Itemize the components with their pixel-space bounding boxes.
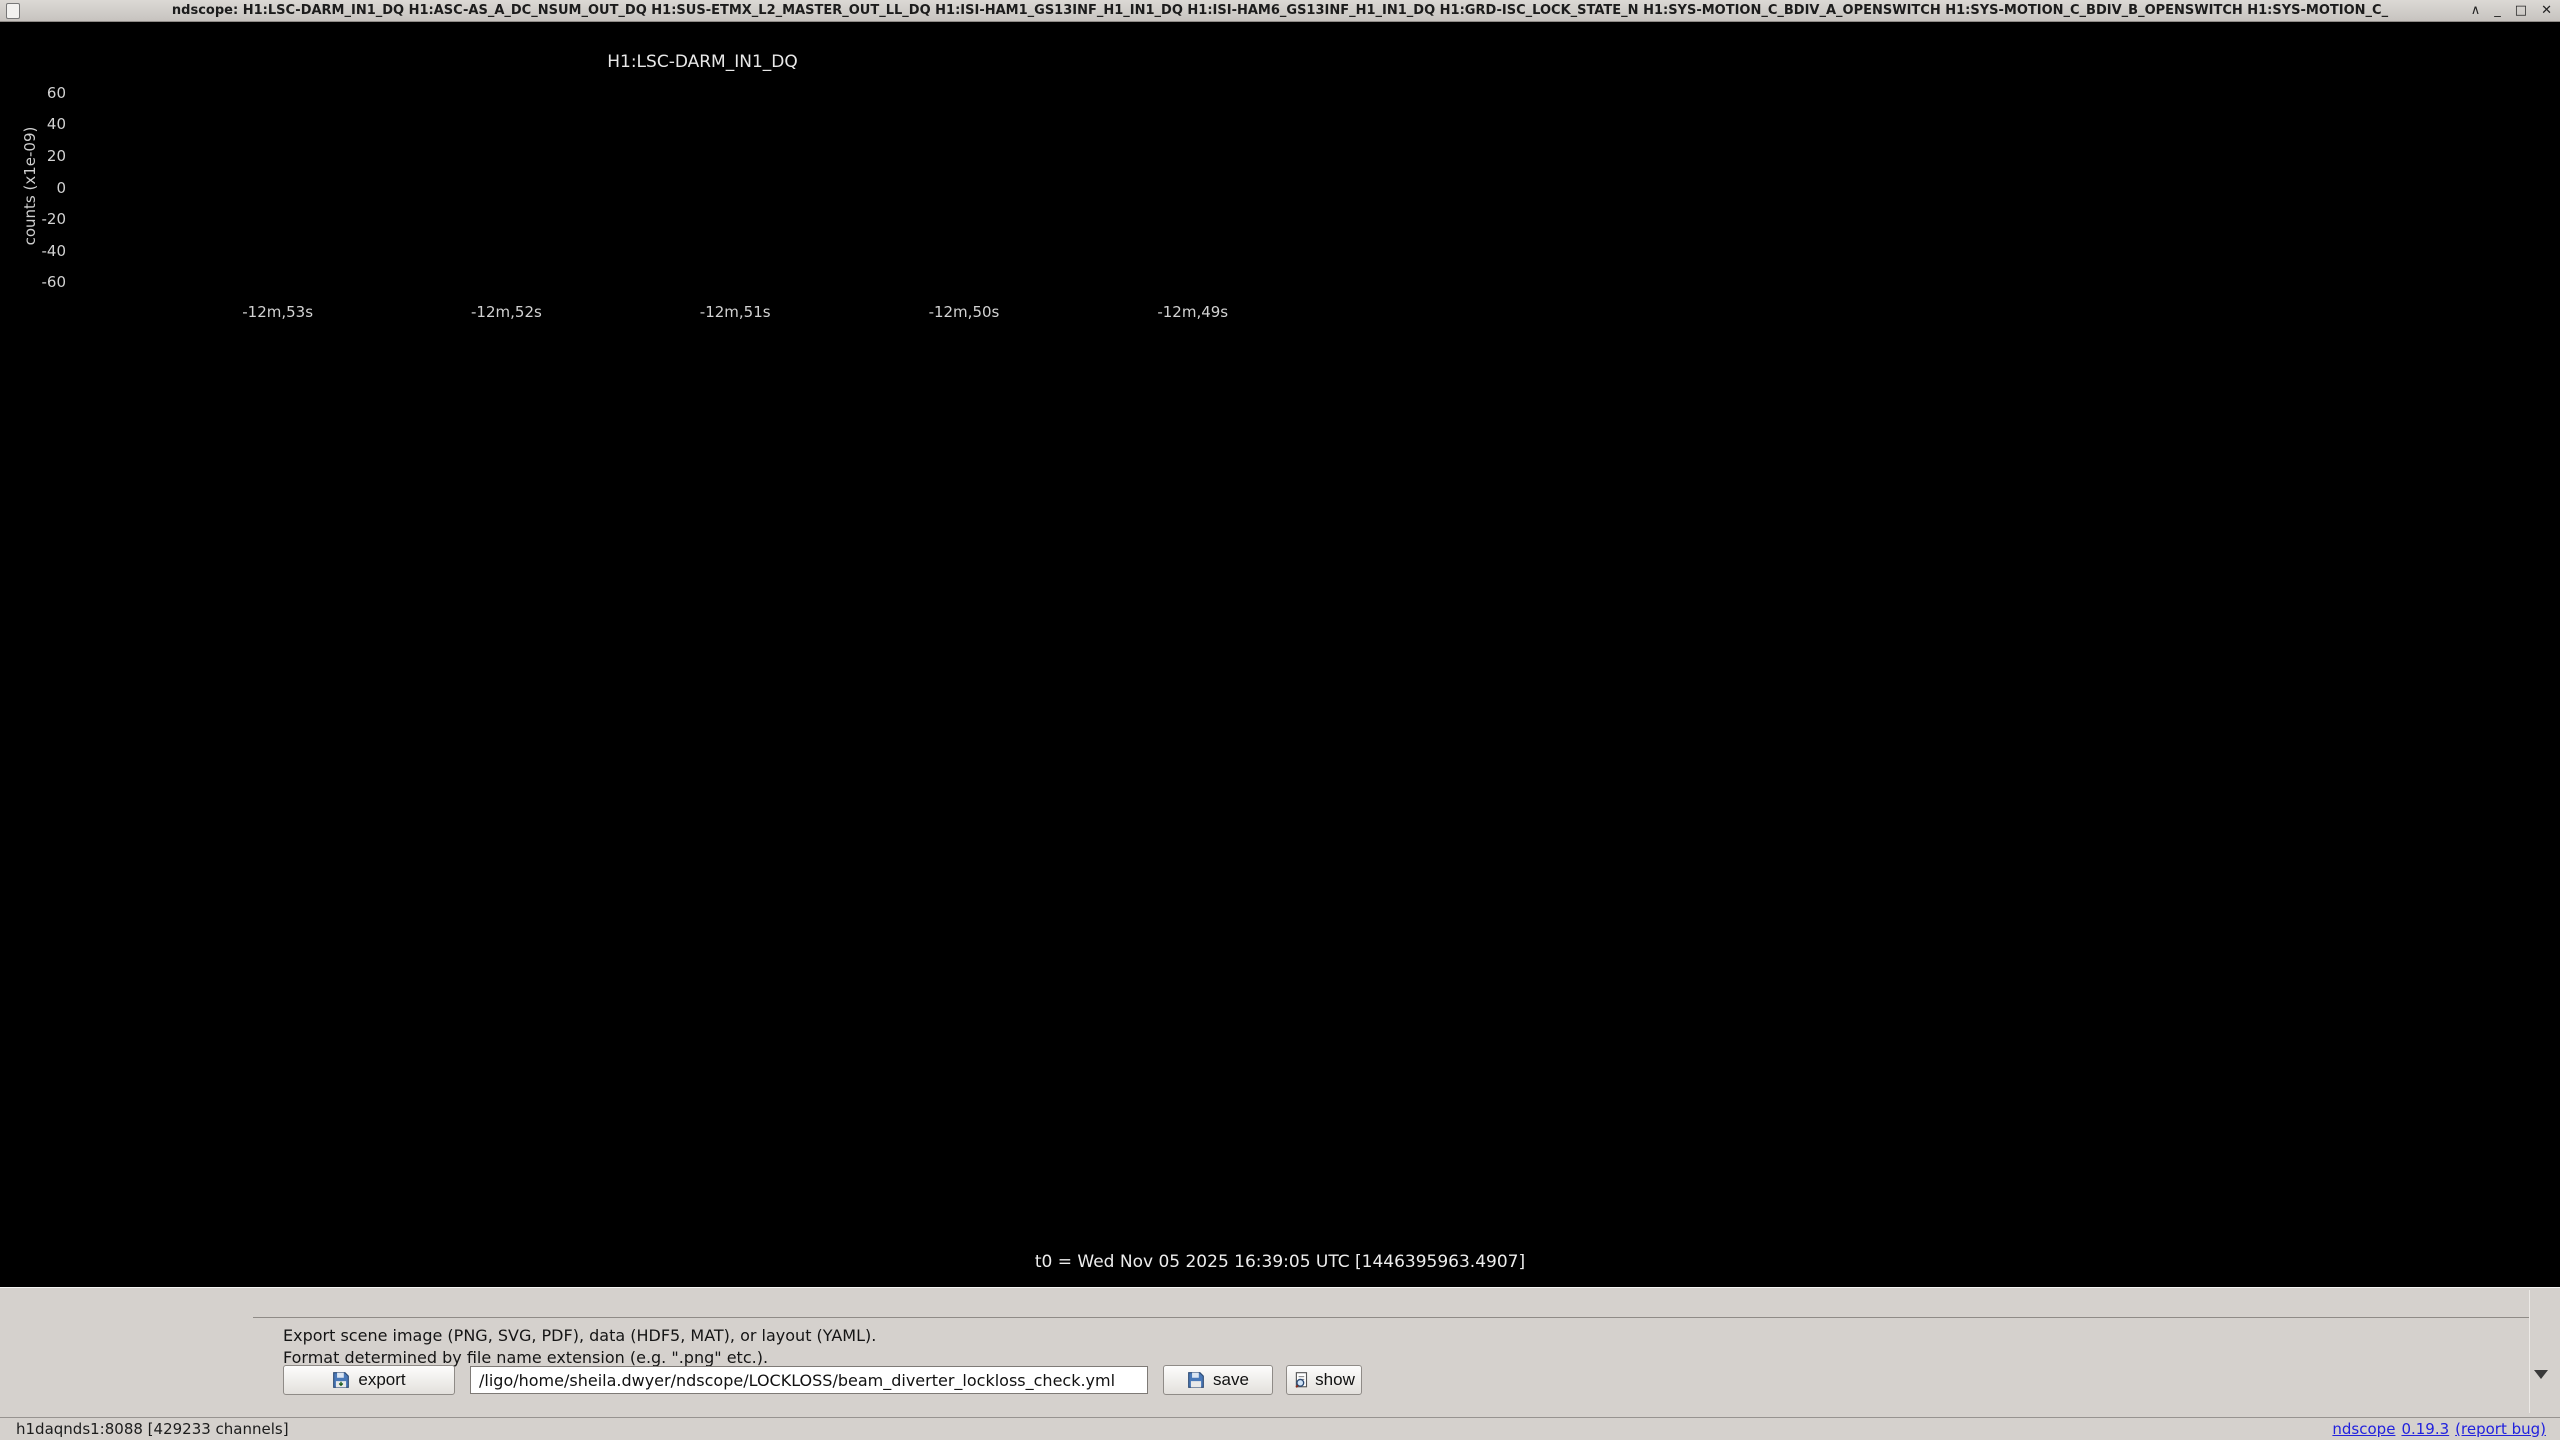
show-button[interactable]: show	[1286, 1365, 1362, 1395]
y-tick-label: 60	[0, 84, 66, 102]
window-icon	[6, 3, 20, 19]
maximize-icon[interactable]: □	[2515, 0, 2527, 22]
x-tick-label: -12m,53s	[242, 303, 313, 321]
minimize-icon[interactable]: _	[2494, 0, 2501, 22]
x-tick-label: -12m,51s	[700, 303, 771, 321]
about-links: ndscope 0.19.3 (report bug)	[2332, 1420, 2546, 1438]
export-disk-icon	[332, 1371, 350, 1389]
ndscope-link[interactable]: ndscope	[2332, 1420, 2395, 1438]
y-tick-label: -60	[0, 273, 66, 291]
close-icon[interactable]: ✕	[2541, 0, 2552, 22]
window-title: ndscope: H1:LSC-DARM_IN1_DQ H1:ASC-AS_A_…	[0, 3, 2560, 18]
ndscope-window: ndscope: H1:LSC-DARM_IN1_DQ H1:ASC-AS_A_…	[0, 0, 2560, 1440]
window-controls: ∧ _ □ ✕	[2471, 0, 2552, 22]
report-bug-link[interactable]: (report bug)	[2455, 1420, 2546, 1438]
show-preview-icon	[1293, 1371, 1311, 1389]
control-panel: Export scene image (PNG, SVG, PDF), data…	[0, 1287, 2560, 1417]
x-tick-label: -12m,49s	[1157, 303, 1228, 321]
export-description-line1: Export scene image (PNG, SVG, PDF), data…	[283, 1326, 876, 1345]
plot-title: H1:LSC-DARM_IN1_DQ	[74, 52, 1331, 72]
tab-rule	[253, 1317, 2530, 1318]
plot-lsc-darm: H1:LSC-DARM_IN1_DQcounts (x1e-09)6040200…	[74, 77, 1331, 295]
y-tick-label: 40	[0, 115, 66, 133]
export-path-input[interactable]	[470, 1366, 1148, 1394]
chevron-down-icon[interactable]	[2534, 1370, 2548, 1379]
shade-window-icon[interactable]: ∧	[2471, 0, 2481, 22]
t0-label: t0 = Wed Nov 05 2025 16:39:05 UTC [14463…	[0, 1252, 2560, 1272]
y-tick-label: -40	[0, 242, 66, 260]
y-tick-label: 20	[0, 147, 66, 165]
nds-server-status: h1daqnds1:8088 [429233 channels]	[16, 1420, 289, 1438]
version-link[interactable]: 0.19.3	[2401, 1420, 2449, 1438]
panel-splitter[interactable]	[2529, 1290, 2530, 1413]
y-tick-label: -20	[0, 210, 66, 228]
status-bar: h1daqnds1:8088 [429233 channels] ndscope…	[0, 1417, 2560, 1440]
export-button[interactable]: export	[283, 1365, 455, 1395]
save-button[interactable]: save	[1163, 1365, 1273, 1395]
save-disk-icon	[1187, 1371, 1205, 1389]
x-tick-label: -12m,50s	[929, 303, 1000, 321]
y-tick-label: 0	[0, 179, 66, 197]
x-tick-label: -12m,52s	[471, 303, 542, 321]
window-titlebar[interactable]: ndscope: H1:LSC-DARM_IN1_DQ H1:ASC-AS_A_…	[0, 0, 2560, 22]
